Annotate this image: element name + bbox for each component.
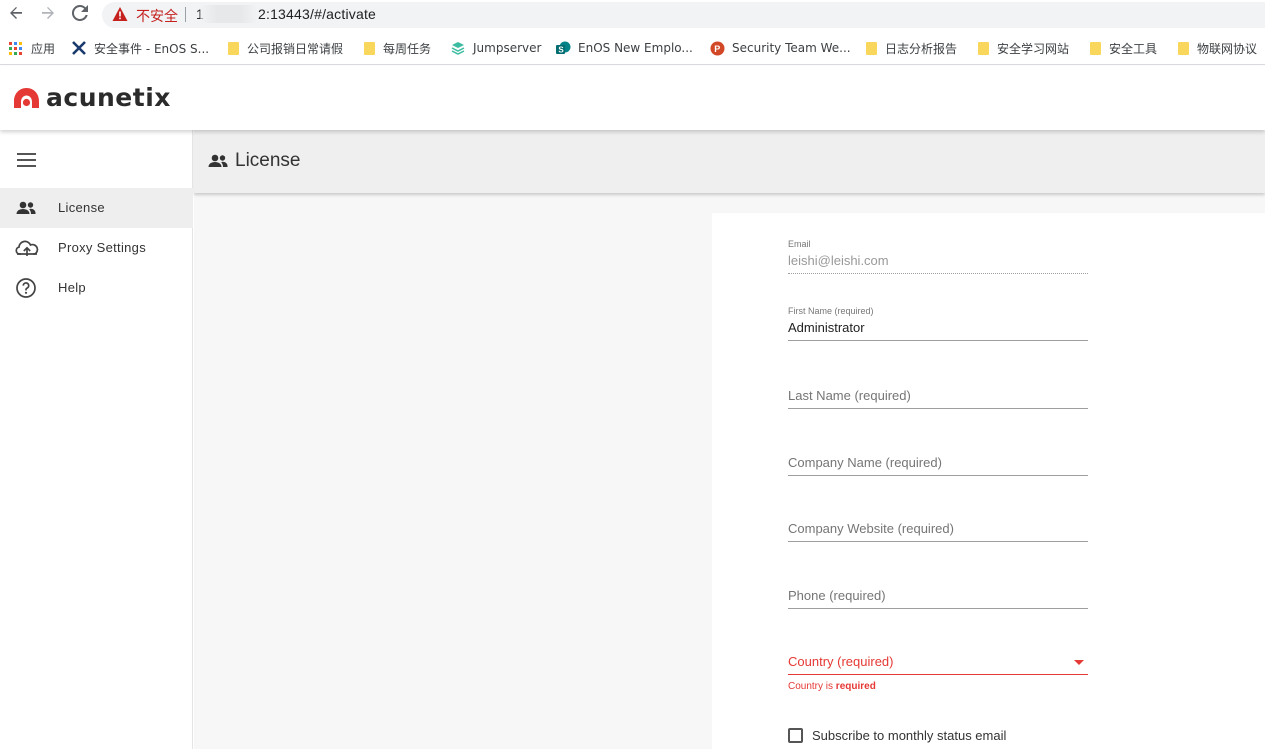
bookmark-label: 安全事件 - EnOS S... [94,41,210,56]
folder-icon [228,41,239,55]
users-icon [15,197,37,219]
folder-icon [1090,41,1101,55]
bookmark-enos-events[interactable]: 安全事件 - EnOS S... [72,39,209,57]
main-content: License Email leishi@leishi.com First Na… [194,130,1265,749]
phone-field[interactable]: Phone (required) [788,586,1088,609]
sidebar-item-proxy-settings[interactable]: Proxy Settings [0,228,193,268]
bookmark-enos-new-employee[interactable]: S EnOS New Emplo... [556,39,693,57]
company-website-placeholder: Company Website (required) [788,521,954,536]
help-circle-icon [15,277,37,299]
logo-text[interactable]: acunetix [46,83,171,112]
company-website-underline [788,541,1088,542]
back-arrow-icon[interactable] [6,5,26,25]
app-header: acunetix [0,66,1265,130]
bookmark-label: Security Team We... [732,41,851,55]
browser-toolbar: 不安全 1 2:13443/#/activate [0,0,1265,30]
subscribe-label: Subscribe to monthly status email [812,728,1007,743]
url-redacted-blur [200,5,258,23]
reload-icon[interactable] [70,4,90,25]
company-website-field[interactable]: Company Website (required) [788,519,1088,542]
country-select[interactable]: Country (required) Country is required [788,652,1088,692]
company-name-placeholder: Company Name (required) [788,455,942,470]
sharepoint-icon: S [556,41,571,55]
warning-triangle-icon [112,6,128,27]
page-title-bar: License [194,130,1265,193]
security-status-text[interactable]: 不安全 [136,6,178,26]
bookmarks-bar: 应用 安全事件 - EnOS S... 公司报销日常请假 每周任务 Jumpse… [0,30,1265,65]
bookmark-label: 公司报销日常请假 [247,41,344,56]
users-icon [207,152,229,177]
apps-grid-icon [9,41,22,55]
bookmark-label: 物联网协议 [1197,41,1258,56]
page-title: License [235,150,301,171]
bookmark-jumpserver[interactable]: Jumpserver [451,39,541,57]
subscribe-option[interactable]: Subscribe to monthly status email [788,728,1006,743]
email-label: Email [788,239,811,249]
company-name-underline [788,475,1088,476]
first-name-label: First Name (required) [788,306,874,316]
powerpoint-icon: P [710,41,725,56]
bookmark-apps[interactable]: 应用 [9,39,55,57]
first-name-value: Administrator [788,320,865,335]
bookmark-label: 日志分析报告 [885,41,958,56]
folder-icon [1178,41,1189,55]
company-name-field[interactable]: Company Name (required) [788,453,1088,476]
acunetix-logo-icon [13,87,40,114]
sidebar-item-label: Proxy Settings [58,240,147,255]
email-underline [788,273,1088,274]
sidebar-item-label: Help [58,280,86,295]
subscribe-checkbox[interactable] [788,728,803,743]
bookmark-folder-security-learning[interactable]: 安全学习网站 [978,39,1069,57]
hamburger-menu-icon[interactable] [17,153,36,167]
url-text-path[interactable]: 2:13443/#/activate [258,6,376,22]
country-error-message: Country is required [788,681,876,692]
bookmark-label: 每周任务 [383,41,432,56]
phone-underline [788,608,1088,609]
bookmark-folder-reimburse[interactable]: 公司报销日常请假 [228,39,343,57]
sidebar-item-license[interactable]: License [0,188,193,228]
last-name-underline [788,408,1088,409]
jumpserver-icon [451,41,465,55]
dropdown-arrow-icon[interactable] [1074,660,1084,665]
email-value: leishi@leishi.com [788,253,889,268]
cloud-upload-icon [15,237,39,259]
bookmark-folder-weekly[interactable]: 每周任务 [364,39,431,57]
last-name-placeholder: Last Name (required) [788,388,911,403]
sidebar: License Proxy Settings Help [0,130,193,749]
first-name-field[interactable]: First Name (required) Administrator [788,306,1088,341]
last-name-field[interactable]: Last Name (required) [788,386,1088,409]
bookmark-folder-iot-protocol[interactable]: 物联网协议 [1178,39,1257,57]
bookmark-label: 应用 [31,41,56,56]
sidebar-item-help[interactable]: Help [0,268,193,308]
first-name-underline [788,340,1088,341]
bookmark-label: Jumpserver [473,41,542,55]
url-separator [185,7,186,22]
bookmark-label: 安全学习网站 [997,41,1070,56]
folder-icon [364,41,375,55]
bookmark-folder-security-tools[interactable]: 安全工具 [1090,39,1157,57]
forward-arrow-icon[interactable] [38,5,58,25]
folder-icon [978,41,989,55]
email-field[interactable]: Email leishi@leishi.com [788,239,1088,274]
bookmark-label: EnOS New Emplo... [578,41,693,55]
enos-x-icon [72,41,86,55]
svg-text:S: S [558,46,564,55]
phone-placeholder: Phone (required) [788,588,886,603]
folder-icon [866,41,877,55]
bookmark-folder-log-analysis[interactable]: 日志分析报告 [866,39,957,57]
license-form-card: Email leishi@leishi.com First Name (requ… [712,213,1265,749]
bookmark-security-team[interactable]: P Security Team We... [710,39,851,57]
sidebar-item-label: License [58,200,105,215]
country-underline [788,674,1088,675]
svg-text:P: P [714,44,720,54]
country-placeholder: Country (required) [788,654,894,669]
bookmark-label: 安全工具 [1109,41,1158,56]
